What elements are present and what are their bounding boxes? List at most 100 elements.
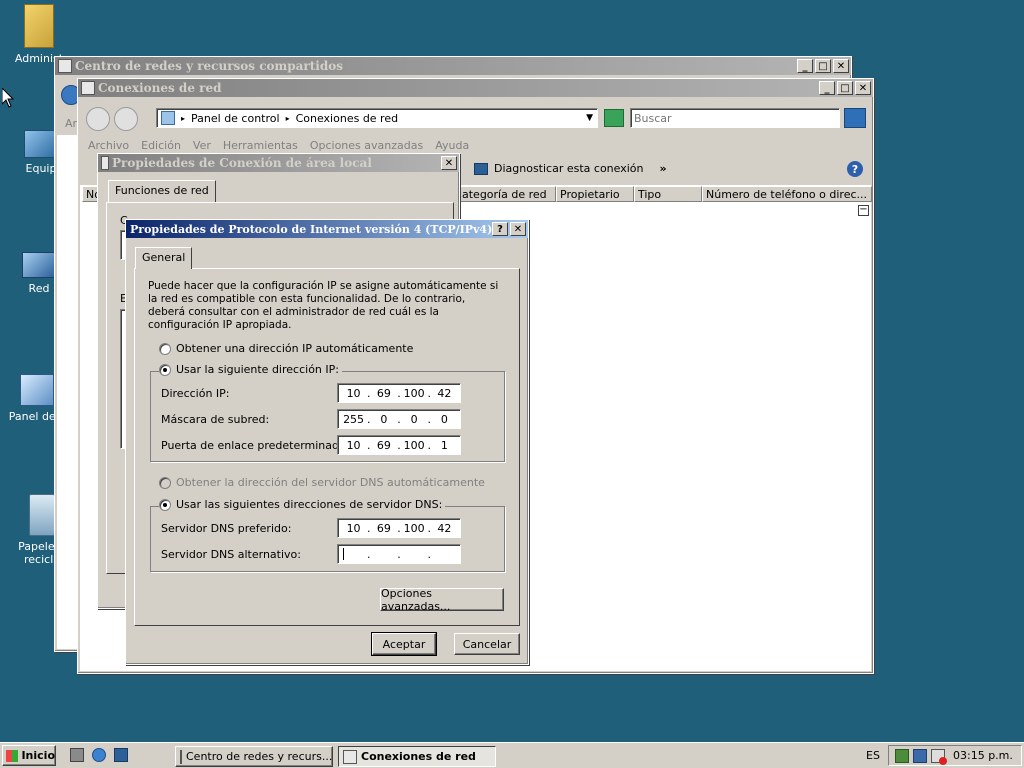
menu-ver[interactable]: Ver	[193, 139, 211, 152]
ok-button[interactable]: Aceptar	[371, 632, 437, 656]
clock[interactable]: 03:15 p.m.	[953, 749, 1013, 762]
close-button[interactable]: ✕	[833, 59, 849, 73]
tab-general[interactable]: General	[135, 247, 193, 269]
window-title: Conexiones de red	[98, 81, 222, 95]
radio-label: Obtener la dirección del servidor DNS au…	[176, 476, 485, 489]
control-panel-icon	[20, 374, 54, 406]
column-header-category[interactable]: ategoría de red	[458, 186, 556, 202]
gateway-label: Puerta de enlace predeterminada:	[161, 439, 350, 452]
network-center-titlebar[interactable]: Centro de redes y recursos compartidos _…	[55, 57, 851, 75]
menu-opciones-avanzadas[interactable]: Opciones avanzadas	[310, 139, 423, 152]
desktop-icon-label: Red	[28, 282, 50, 295]
control-panel-icon	[161, 111, 175, 125]
radio-button[interactable]	[159, 363, 171, 376]
radio-auto-ip[interactable]: Obtener una dirección IP automáticamente	[159, 342, 417, 355]
help-icon[interactable]: ?	[847, 161, 863, 177]
alternate-dns-input[interactable]: . . .	[337, 544, 461, 564]
computer-icon	[24, 130, 58, 158]
minimize-button[interactable]: _	[797, 59, 813, 73]
chevron-down-icon[interactable]: ▼	[586, 113, 593, 123]
taskbar: Inicio Centro de redes y recurs... Conex…	[0, 742, 1024, 768]
radio-button	[159, 476, 171, 489]
ip-octet: 10	[346, 438, 361, 452]
network-center-fragment: Ar	[65, 117, 78, 130]
help-button[interactable]: ?	[492, 222, 508, 236]
ip-octet: 100	[403, 521, 425, 535]
ipv4-properties-dialog[interactable]: Propiedades de Protocolo de Internet ver…	[125, 219, 529, 665]
chevron-right-icon: ▸	[181, 113, 186, 123]
menu-herramientas[interactable]: Herramientas	[223, 139, 298, 152]
address-bar[interactable]: ▸ Panel de control ▸ Conexiones de red ▼	[156, 108, 598, 128]
lan-properties-titlebar[interactable]: Propiedades de Conexión de área local ✕	[98, 154, 459, 172]
column-header-type[interactable]: Tipo	[634, 186, 702, 202]
more-commands-button[interactable]: »	[660, 162, 667, 175]
tray-icon[interactable]	[895, 748, 909, 763]
close-button[interactable]: ✕	[441, 156, 457, 170]
description-text: Puede hacer que la configuración IP se a…	[148, 280, 499, 331]
internet-explorer-icon[interactable]	[92, 748, 106, 762]
ip-octet: 0	[440, 412, 448, 426]
ip-octet: 69	[376, 438, 391, 452]
menu-archivo[interactable]: Archivo	[88, 139, 129, 152]
nav-back-button[interactable]	[86, 107, 110, 131]
radio-button[interactable]	[159, 342, 171, 355]
preferred-dns-label: Servidor DNS preferido:	[161, 522, 292, 535]
radio-label: Usar las siguientes direcciones de servi…	[176, 498, 443, 511]
language-indicator[interactable]: ES	[866, 749, 880, 762]
network-connections-icon	[343, 749, 357, 764]
diagnose-icon	[474, 162, 488, 175]
maximize-button[interactable]: □	[815, 59, 831, 73]
network-icon	[22, 252, 56, 278]
ip-octet: 1	[440, 438, 448, 452]
address-item[interactable]: Panel de control	[191, 112, 280, 125]
tab-networking[interactable]: Funciones de red	[108, 180, 216, 202]
diagnose-button[interactable]: Diagnosticar esta conexión	[494, 162, 644, 175]
advanced-options-button[interactable]: Opciones avanzadas...	[380, 587, 504, 613]
nav-forward-button[interactable]	[114, 107, 138, 131]
taskbar-item-connections[interactable]: Conexiones de red	[338, 746, 496, 767]
subnet-mask-input[interactable]: 255. 0. 0. 0	[337, 409, 461, 429]
refresh-button[interactable]	[604, 109, 624, 127]
preferred-dns-input[interactable]: 10. 69. 100. 42	[337, 518, 461, 538]
task-label: Centro de redes y recurs...	[186, 750, 333, 763]
ipv4-titlebar[interactable]: Propiedades de Protocolo de Internet ver…	[126, 220, 528, 238]
ip-address-input[interactable]: 10. 69. 100. 42	[337, 383, 461, 403]
network-connections-icon	[81, 81, 95, 95]
network-connections-titlebar[interactable]: Conexiones de red _ □ ✕	[78, 79, 873, 97]
radio-static-ip[interactable]: Usar la siguiente dirección IP:	[159, 363, 342, 376]
start-button[interactable]: Inicio	[2, 745, 56, 766]
gateway-input[interactable]: 10. 69. 100. 1	[337, 435, 461, 455]
radio-label: Usar la siguiente dirección IP:	[176, 363, 339, 376]
minimize-button[interactable]: _	[819, 81, 835, 95]
collapse-group-icon[interactable]: −	[858, 205, 869, 216]
taskbar-item-network-center[interactable]: Centro de redes y recurs...	[175, 746, 333, 767]
ip-octet: 69	[376, 386, 391, 400]
volume-muted-icon[interactable]	[931, 748, 947, 765]
alternate-dns-label: Servidor DNS alternativo:	[161, 548, 301, 561]
ip-octet: 42	[437, 386, 452, 400]
radio-button[interactable]	[159, 498, 171, 511]
ip-octet: 100	[403, 438, 425, 452]
address-item[interactable]: Conexiones de red	[296, 112, 399, 125]
ip-octet: 10	[346, 521, 361, 535]
window-title: Propiedades de Conexión de área local	[112, 156, 372, 170]
search-icon[interactable]	[844, 108, 866, 128]
show-desktop-icon[interactable]	[114, 748, 128, 762]
folder-icon	[24, 4, 54, 48]
maximize-button[interactable]: □	[837, 81, 853, 95]
ip-octet: 255	[343, 412, 365, 426]
menu-edicion[interactable]: Edición	[141, 139, 181, 152]
server-manager-icon[interactable]	[70, 748, 84, 762]
column-header-owner[interactable]: Propietario	[556, 186, 634, 202]
cancel-button[interactable]: Cancelar	[454, 633, 520, 655]
network-tray-icon[interactable]	[913, 748, 927, 763]
ip-octet: 100	[403, 386, 425, 400]
search-input[interactable]	[630, 108, 840, 128]
close-button[interactable]: ✕	[510, 222, 526, 236]
radio-static-dns[interactable]: Usar las siguientes direcciones de servi…	[159, 498, 446, 511]
left-pane	[57, 135, 79, 649]
menu-ayuda[interactable]: Ayuda	[435, 139, 469, 152]
close-button[interactable]: ✕	[855, 81, 871, 95]
task-label: Conexiones de red	[361, 750, 476, 763]
column-header-phone[interactable]: Número de teléfono o direc...	[702, 186, 872, 202]
